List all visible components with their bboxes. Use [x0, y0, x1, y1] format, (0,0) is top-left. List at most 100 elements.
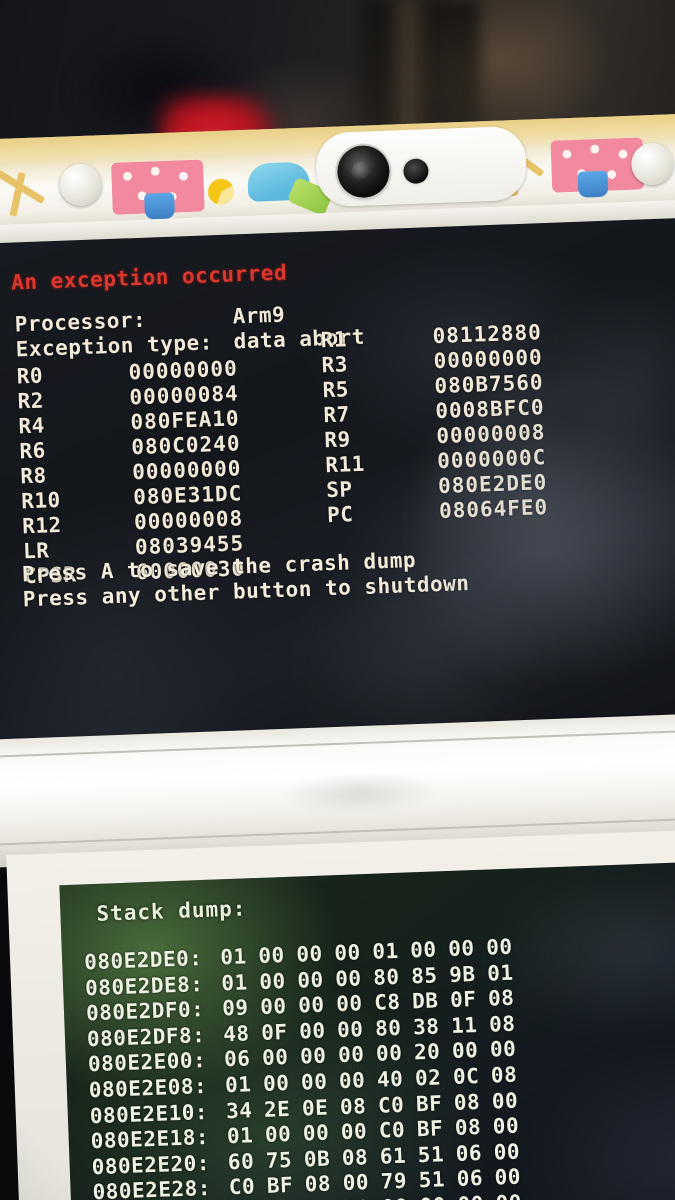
- stack-byte: 00: [258, 968, 287, 994]
- stack-byte: 0B: [303, 1146, 331, 1172]
- stack-byte: 00: [457, 1191, 496, 1200]
- stack-byte: 00: [485, 934, 513, 960]
- stack-byte: 00: [491, 1088, 519, 1114]
- stack-byte: 0E: [301, 1095, 329, 1121]
- stack-byte: 01: [371, 938, 400, 964]
- stack-byte: 00: [336, 1016, 364, 1042]
- sticker-blue-right: [577, 170, 609, 198]
- stack-byte: 06: [223, 1046, 251, 1072]
- stack-byte: 48: [222, 1021, 250, 1047]
- stack-byte: 08: [304, 1171, 332, 1197]
- stack-byte: 00: [335, 991, 363, 1017]
- stack-byte: 00: [298, 1018, 326, 1044]
- stack-byte: 08: [487, 985, 515, 1011]
- stack-byte: 80: [374, 1015, 402, 1041]
- stack-byte: 01: [224, 1072, 252, 1098]
- stack-byte: 00: [296, 967, 325, 993]
- stack-byte: 85: [410, 963, 438, 988]
- stack-byte: 00: [447, 936, 475, 962]
- stack-byte: 01: [219, 944, 248, 970]
- stack-byte: BF: [266, 1173, 294, 1199]
- stack-byte: 00: [300, 1069, 328, 1095]
- register-name: PC: [326, 502, 354, 528]
- stack-byte: 0F: [449, 987, 477, 1013]
- exception-title: An exception occurred: [10, 260, 288, 295]
- sticker-blue-left: [144, 192, 176, 220]
- stack-byte: 08: [454, 1115, 482, 1141]
- stack-byte: 61: [379, 1143, 407, 1169]
- processor-value: Arm9: [232, 302, 286, 329]
- stack-byte: 00: [451, 1038, 479, 1064]
- stack-byte: 00: [334, 965, 362, 991]
- stack-byte: C0: [377, 1092, 405, 1118]
- stack-byte: 09: [221, 995, 250, 1021]
- stack-byte: 00: [302, 1120, 330, 1146]
- stack-byte: 06: [456, 1166, 484, 1192]
- register-column-right: R1 08112880 R3 00000000 R5 080B7560 R7 0008B…: [320, 320, 550, 578]
- stack-byte: 00: [489, 1036, 517, 1062]
- stack-byte: 11: [450, 1012, 478, 1038]
- stack-byte: 00: [297, 992, 325, 1018]
- stack-byte: 00: [343, 1196, 382, 1200]
- stack-byte: 00: [342, 1170, 370, 1196]
- stack-byte: 00: [419, 1193, 458, 1200]
- stack-byte: 00: [262, 1070, 290, 1096]
- stack-byte: 00: [264, 1122, 292, 1148]
- register-value: 08064FE0: [438, 495, 549, 524]
- stack-byte: 0F: [260, 1019, 288, 1045]
- stack-byte: BF: [416, 1116, 444, 1142]
- stack-dump-table: 080E2DE0: 01 00 00 00 01 00 00 00 080E2DE8: 01 00 00…: [84, 934, 535, 1200]
- stack-byte: 80: [372, 964, 400, 990]
- stack-byte: 08: [339, 1093, 367, 1119]
- stack-byte: 02: [414, 1065, 442, 1091]
- stack-byte: 60: [227, 1149, 255, 1174]
- stack-byte: 2E: [263, 1096, 291, 1122]
- stack-byte: 00: [340, 1119, 368, 1145]
- stack-byte: C0: [378, 1117, 406, 1143]
- stack-byte: C0: [228, 1174, 256, 1200]
- stack-byte: DB: [411, 988, 439, 1014]
- stack-byte: 00: [409, 937, 438, 963]
- nintendo-3ds-console: An exception occurred Processor: Arm9 Ex…: [0, 112, 675, 1200]
- stack-byte: 79: [380, 1169, 408, 1194]
- stack-dump-title: Stack dump:: [96, 896, 247, 926]
- stack-byte: 00: [492, 1113, 520, 1139]
- stack-byte: 40: [376, 1066, 404, 1092]
- photograph: An exception occurred Processor: Arm9 Ex…: [0, 0, 675, 1200]
- stack-byte: 08: [341, 1144, 369, 1170]
- stack-byte: 00: [495, 1190, 534, 1200]
- register-column-left: R0 00000000 R2 00000084 R4 080FEA10 R6 080C0…: [16, 356, 245, 589]
- stack-byte: 38: [412, 1014, 440, 1040]
- stack-byte: 08: [490, 1062, 518, 1088]
- stack-byte: 00: [257, 943, 286, 968]
- left-shoulder-button[interactable]: [58, 163, 103, 207]
- hinge-smudge: [279, 769, 441, 818]
- stack-byte: 20: [413, 1039, 441, 1065]
- stack-byte: 00: [494, 1164, 522, 1190]
- stack-address: 080E2E28:: [92, 1176, 212, 1200]
- stack-byte: 01: [226, 1123, 254, 1149]
- right-shoulder-button[interactable]: [630, 142, 675, 186]
- sticker-yellow-disc-left: [207, 178, 235, 206]
- stack-byte: 51: [417, 1142, 445, 1168]
- stack-byte: 0C: [452, 1063, 480, 1089]
- stack-byte: 01: [220, 969, 249, 995]
- stack-byte: 51: [418, 1167, 446, 1193]
- stack-byte: 00: [333, 940, 362, 966]
- stack-byte: 08: [453, 1089, 481, 1115]
- stack-byte: 00: [338, 1068, 366, 1094]
- stack-byte: 08: [488, 1011, 516, 1037]
- stack-byte: 06: [455, 1140, 483, 1166]
- stack-byte: 00: [299, 1043, 327, 1069]
- top-screen: An exception occurred Processor: Arm9 Ex…: [0, 218, 675, 744]
- stack-byte: 00: [493, 1139, 521, 1165]
- stack-byte: 00: [261, 1045, 289, 1071]
- stack-byte: 9B: [448, 961, 476, 987]
- stack-byte: BF: [415, 1090, 443, 1116]
- bottom-touch-screen[interactable]: Stack dump: 080E2DE0: 01 00 00 00 01 00 00 00 080…: [59, 859, 675, 1200]
- stack-byte: 01: [486, 960, 514, 986]
- crash-report: An exception occurred Processor: Arm9 Ex…: [0, 218, 675, 743]
- stack-byte: 00: [259, 994, 287, 1020]
- stack-byte: C8: [373, 990, 401, 1015]
- stack-byte: 00: [381, 1194, 420, 1200]
